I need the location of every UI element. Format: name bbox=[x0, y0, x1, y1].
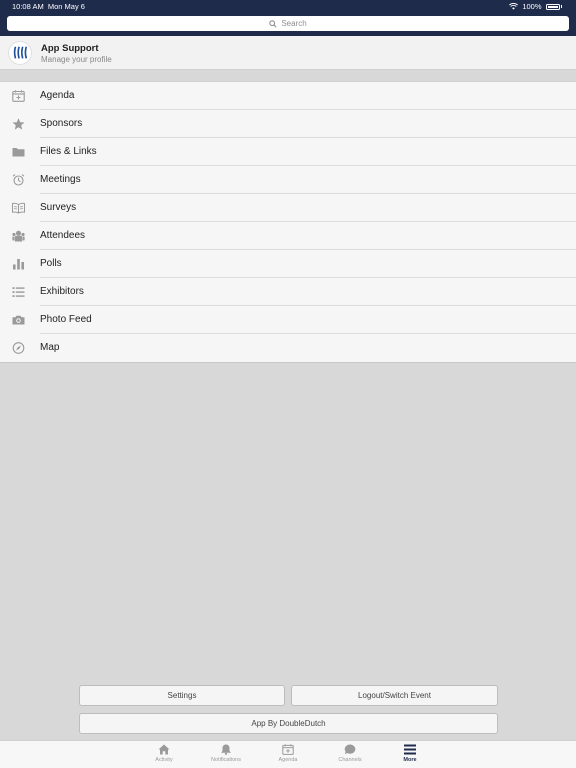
menu-item-label: Exhibitors bbox=[40, 286, 84, 297]
menu-item-label: Map bbox=[40, 342, 60, 353]
menu-item-files-links[interactable]: Files & Links bbox=[0, 138, 576, 166]
profile-name: App Support bbox=[41, 43, 99, 54]
search-placeholder: Search bbox=[281, 19, 307, 28]
status-bar: 10:08 AM Mon May 6 100% bbox=[0, 0, 576, 14]
list-icon bbox=[12, 287, 25, 297]
settings-button[interactable]: Settings bbox=[79, 685, 285, 706]
menu-item-label: Sponsors bbox=[40, 118, 83, 129]
people-icon bbox=[12, 230, 25, 242]
hamburger-menu-icon bbox=[404, 744, 416, 755]
menu-item-attendees[interactable]: Attendees bbox=[0, 222, 576, 250]
home-icon bbox=[158, 744, 170, 755]
profile-subtitle: Manage your profile bbox=[41, 55, 112, 64]
app-by-doubledutch-button[interactable]: App By DoubleDutch bbox=[79, 713, 498, 734]
menu-item-label: Agenda bbox=[40, 90, 75, 101]
event-logo-icon bbox=[13, 46, 28, 59]
status-right: 100% bbox=[509, 2, 562, 11]
tab-label: Channels bbox=[338, 757, 362, 763]
menu-item-photo-feed[interactable]: Photo Feed bbox=[0, 306, 576, 334]
menu-item-meetings[interactable]: Meetings bbox=[0, 166, 576, 194]
menu-item-label: Meetings bbox=[40, 174, 81, 185]
battery-nub bbox=[560, 5, 562, 8]
open-book-icon bbox=[12, 202, 25, 214]
tab-more[interactable]: More bbox=[380, 744, 440, 763]
calendar-icon bbox=[282, 744, 294, 755]
profile-header[interactable]: App Support Manage your profile bbox=[0, 36, 576, 70]
folder-icon bbox=[12, 148, 25, 157]
bell-icon bbox=[221, 744, 231, 755]
menu-item-agenda[interactable]: Agenda bbox=[0, 82, 576, 110]
tab-bar: Activity Notifications Agenda Channels M… bbox=[0, 740, 576, 768]
camera-icon bbox=[12, 315, 25, 325]
status-time: 10:08 AM Mon May 6 bbox=[12, 2, 85, 11]
menu-item-label: Polls bbox=[40, 258, 62, 269]
menu-item-label: Attendees bbox=[40, 230, 86, 241]
logout-switch-event-button[interactable]: Logout/Switch Event bbox=[291, 685, 498, 706]
menu-item-label: Surveys bbox=[40, 202, 77, 213]
battery-percent: 100% bbox=[522, 2, 542, 11]
avatar bbox=[8, 41, 32, 65]
tab-activity[interactable]: Activity bbox=[134, 744, 194, 763]
menu-item-polls[interactable]: Polls bbox=[0, 250, 576, 278]
alarm-clock-icon bbox=[12, 174, 25, 186]
menu-item-surveys[interactable]: Surveys bbox=[0, 194, 576, 222]
tab-channels[interactable]: Channels bbox=[320, 744, 380, 763]
tab-label: Agenda bbox=[278, 757, 298, 763]
menu-item-label: Files & Links bbox=[40, 146, 97, 157]
search-icon bbox=[269, 19, 277, 28]
calendar-icon bbox=[12, 90, 25, 102]
menu-item-sponsors[interactable]: Sponsors bbox=[0, 110, 576, 138]
search-input[interactable]: Search bbox=[7, 16, 569, 31]
tab-label: Activity bbox=[155, 757, 173, 763]
star-icon bbox=[12, 118, 25, 130]
more-menu-list: Agenda Sponsors Files & Links Meetings S… bbox=[0, 81, 576, 363]
tab-label: Notifications bbox=[211, 757, 241, 763]
wifi-icon bbox=[509, 3, 519, 10]
menu-item-label: Photo Feed bbox=[40, 314, 92, 325]
bar-chart-icon bbox=[13, 259, 24, 270]
tab-notifications[interactable]: Notifications bbox=[196, 744, 256, 763]
tab-label: More bbox=[403, 757, 417, 763]
top-header: 10:08 AM Mon May 6 100% Search bbox=[0, 0, 576, 36]
chat-bubble-icon bbox=[344, 744, 356, 755]
menu-item-exhibitors[interactable]: Exhibitors bbox=[0, 278, 576, 306]
battery-icon bbox=[545, 3, 560, 10]
menu-item-map[interactable]: Map bbox=[0, 334, 576, 362]
compass-icon bbox=[12, 342, 25, 354]
tab-agenda[interactable]: Agenda bbox=[258, 744, 318, 763]
